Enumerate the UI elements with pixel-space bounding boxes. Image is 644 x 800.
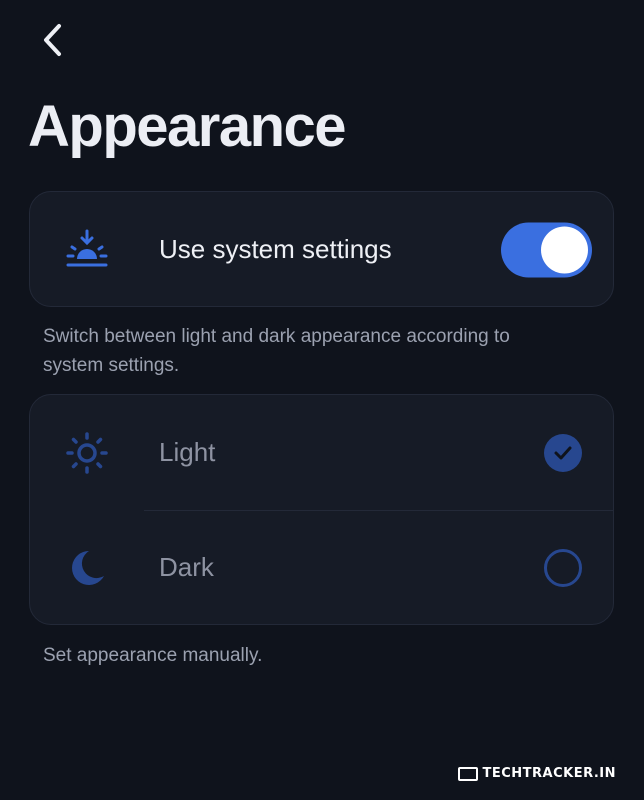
sun-icon [64,430,110,476]
appearance-options-card: Light Dark [29,394,614,625]
manual-appearance-description: Set appearance manually. [43,645,263,666]
watermark-text: TECHTRACKER.IN [482,766,616,781]
chevron-left-icon [44,24,61,56]
system-settings-toggle[interactable] [501,222,592,277]
checkmark-icon [554,446,572,459]
option-light-label: Light [159,437,216,467]
option-dark-row[interactable]: Dark [30,510,613,625]
option-dark-label: Dark [159,552,214,582]
back-button[interactable] [34,20,70,60]
system-settings-card: Use system settings [29,191,614,307]
page-title: Appearance [28,94,347,159]
light-radio-checked[interactable] [544,433,582,472]
moon-icon [64,545,110,591]
dark-radio-unchecked[interactable] [544,548,582,587]
system-settings-row[interactable]: Use system settings [30,192,613,307]
sunset-icon [64,227,110,273]
browser-logo-icon [458,766,479,781]
system-settings-description: Switch between light and dark appearance… [43,326,510,376]
watermark: TECHTRACKER.IN [458,766,616,781]
toggle-knob [541,226,588,273]
system-settings-label: Use system settings [159,234,392,264]
option-light-row[interactable]: Light [30,395,613,510]
